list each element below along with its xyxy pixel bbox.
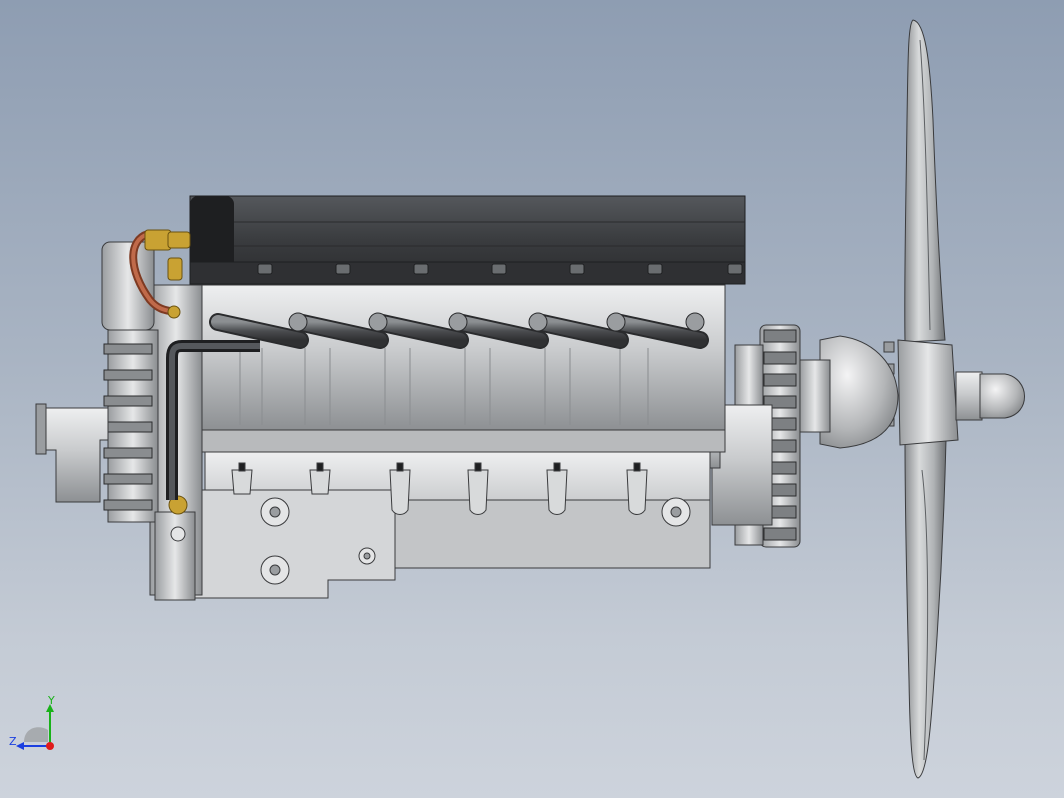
cylinder-block[interactable] — [199, 284, 726, 431]
axis-triad: Y Z — [9, 696, 55, 750]
z-axis-label: Z — [9, 735, 17, 748]
front-mount-plate[interactable] — [194, 489, 396, 599]
y-axis-label: Y — [47, 696, 55, 707]
propeller-spinner-tip[interactable] — [979, 373, 1025, 419]
propeller[interactable] — [883, 19, 1025, 779]
propeller-nut[interactable] — [955, 371, 983, 421]
origin-marker — [46, 742, 54, 750]
spinner-dome[interactable] — [819, 335, 899, 449]
valve-cover[interactable] — [189, 195, 746, 285]
propeller-hub[interactable] — [897, 339, 959, 446]
propeller-blade-upper[interactable] — [904, 19, 946, 343]
engine-model[interactable] — [0, 0, 1064, 798]
air-intake-elbow[interactable] — [39, 407, 109, 503]
cad-3d-viewport[interactable]: Y Z — [0, 0, 1064, 798]
